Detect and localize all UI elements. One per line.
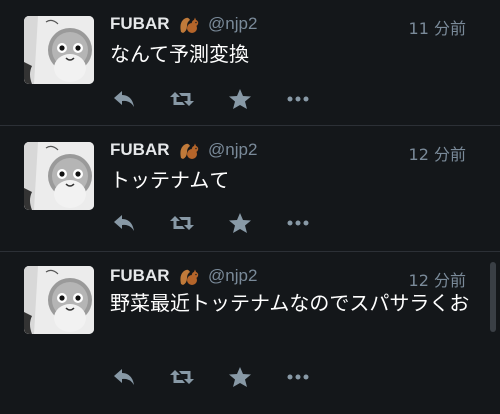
tweet-item[interactable]: FUBAR @njp2 12 分前 トッテナムて <box>0 126 500 252</box>
scrollbar[interactable] <box>490 262 496 332</box>
timeline: FUBAR @njp2 11 分前 なんて予測変換 FUBAR @njp2 12… <box>0 0 500 414</box>
retweet-button[interactable] <box>168 364 196 390</box>
reply-button[interactable] <box>110 364 138 390</box>
display-name[interactable]: FUBAR <box>110 140 170 160</box>
favorite-button[interactable] <box>226 210 254 236</box>
retweet-icon <box>170 92 194 106</box>
display-name[interactable]: FUBAR <box>110 266 170 286</box>
tweet-actions <box>110 86 310 112</box>
reply-button[interactable] <box>110 210 138 236</box>
more-button[interactable] <box>284 364 312 390</box>
more-icon <box>287 374 309 380</box>
timestamp[interactable]: 12 分前 <box>409 141 466 165</box>
favorite-button[interactable] <box>226 86 254 112</box>
retweet-icon <box>170 216 194 230</box>
squirrel-icon <box>178 15 200 35</box>
timestamp[interactable]: 11 分前 <box>409 15 466 39</box>
user-handle[interactable]: @njp2 <box>208 140 257 160</box>
user-handle[interactable]: @njp2 <box>208 266 257 286</box>
avatar[interactable] <box>24 266 94 334</box>
tweet-text: 野菜最近トッテナムなのでスパサラくお <box>110 291 470 315</box>
reply-icon <box>114 369 134 385</box>
more-icon <box>287 220 309 226</box>
tweet-item[interactable]: FUBAR @njp2 11 分前 なんて予測変換 <box>0 0 500 126</box>
display-name[interactable]: FUBAR <box>110 14 170 34</box>
avatar[interactable] <box>24 16 94 84</box>
reply-icon <box>114 91 134 107</box>
star-icon <box>229 213 251 233</box>
reply-icon <box>114 215 134 231</box>
avatar[interactable] <box>24 142 94 210</box>
reply-button[interactable] <box>110 86 138 112</box>
squirrel-icon <box>178 267 200 287</box>
user-handle[interactable]: @njp2 <box>208 14 257 34</box>
tweet-text: トッテナムて <box>110 168 230 192</box>
star-icon <box>229 367 251 387</box>
more-icon <box>287 96 309 102</box>
more-button[interactable] <box>284 86 312 112</box>
more-button[interactable] <box>284 210 312 236</box>
tweet-actions <box>110 364 310 390</box>
tweet-text: なんて予測変換 <box>110 42 249 66</box>
retweet-button[interactable] <box>168 86 196 112</box>
retweet-icon <box>170 370 194 384</box>
retweet-button[interactable] <box>168 210 196 236</box>
star-icon <box>229 89 251 109</box>
favorite-button[interactable] <box>226 364 254 390</box>
tweet-actions <box>110 210 310 236</box>
squirrel-icon <box>178 141 200 161</box>
tweet-item[interactable]: FUBAR @njp2 12 分前 野菜最近トッテナムなのでスパサラくお <box>0 252 500 414</box>
